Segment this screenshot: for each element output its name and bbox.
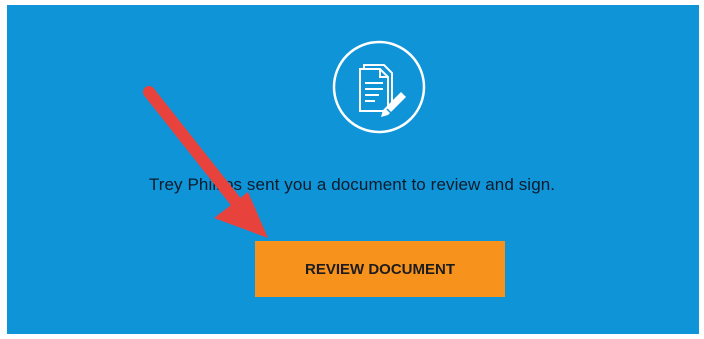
document-message: Trey Phillips sent you a document to rev… xyxy=(148,175,556,194)
document-sign-icon xyxy=(331,39,427,135)
email-frame: Trey Phillips sent you a document to rev… xyxy=(0,0,704,339)
review-document-button[interactable]: REVIEW DOCUMENT xyxy=(255,241,505,297)
